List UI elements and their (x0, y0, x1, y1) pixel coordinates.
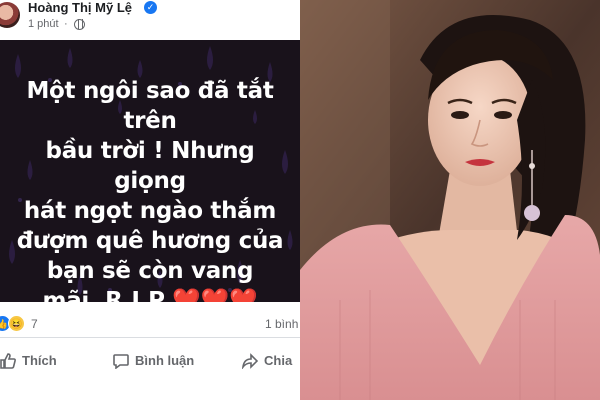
share-button[interactable]: Chia (242, 352, 292, 372)
heart-emojis: ❤️❤️❤️ (172, 288, 258, 302)
status-line: bạn sẽ còn vang (46, 258, 254, 284)
portrait-illustration (300, 0, 600, 400)
post-timestamp[interactable]: 1 phút (28, 18, 59, 30)
portrait-photo (300, 0, 600, 400)
separator-dot: · (64, 18, 68, 30)
share-arrow-icon (242, 352, 258, 369)
reaction-count[interactable]: 7 (31, 317, 38, 331)
like-label: Thích (22, 353, 57, 369)
status-background-card: Một ngôi sao đã tắt trên bầu trời ! Nhưn… (0, 40, 300, 302)
share-label: Chia (264, 353, 293, 369)
status-line-last: mãi .R.I.P ❤️❤️❤️ (8, 286, 292, 302)
comment-bubble-icon (113, 353, 129, 369)
globe-icon (74, 19, 85, 30)
post-author-name[interactable]: Hoàng Thị Mỹ Lệ (28, 0, 132, 15)
divider (0, 337, 300, 338)
post-header: Hoàng Thị Mỹ Lệ ✓ 1 phút · (0, 0, 300, 40)
status-text: Một ngôi sao đã tắt trên bầu trời ! Nhưn… (0, 76, 300, 302)
facebook-post: Hoàng Thị Mỹ Lệ ✓ 1 phút · Một ngôi sao … (0, 0, 300, 400)
status-line: đượm quê hương của (16, 228, 284, 254)
comment-button[interactable]: Bình luận (113, 352, 194, 372)
comment-label: Bình luận (135, 353, 195, 369)
status-line: hát ngọt ngào thắm (23, 198, 277, 224)
post-actions: Thích Bình luận Chia (0, 345, 300, 379)
reactions-summary[interactable]: 👍 😆 7 1 bình (0, 312, 300, 334)
thumbs-up-icon (0, 352, 16, 369)
status-line: mãi .R.I.P (42, 288, 165, 302)
avatar[interactable] (0, 2, 20, 28)
haha-reaction-icon: 😆 (8, 315, 25, 332)
status-line: Một ngôi sao đã tắt trên (26, 78, 274, 134)
status-line: bầu trời ! Nhưng giọng (45, 138, 255, 194)
like-button[interactable]: Thích (0, 352, 57, 372)
comment-count[interactable]: 1 bình (265, 317, 298, 331)
verified-check-icon: ✓ (144, 1, 157, 14)
